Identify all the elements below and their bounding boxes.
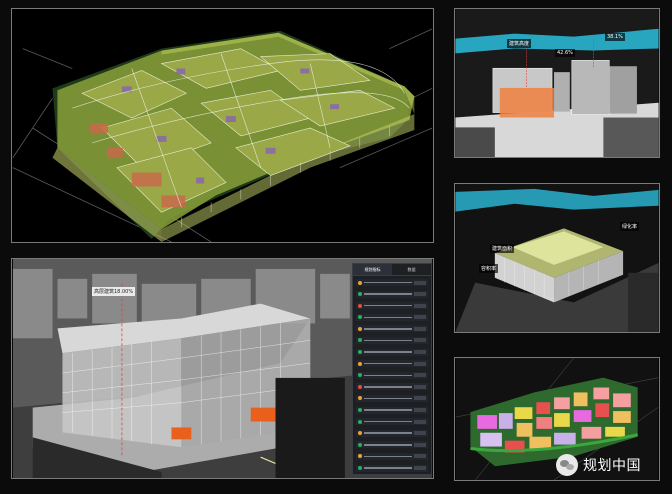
status-dot-icon — [358, 350, 362, 355]
main-building — [32, 303, 311, 473]
row-button[interactable] — [414, 396, 426, 401]
dashboard-row[interactable] — [356, 325, 428, 333]
row-button[interactable] — [414, 373, 426, 378]
watermark: 规划中国 — [556, 454, 641, 476]
row-button[interactable] — [414, 326, 426, 331]
dashboard-row[interactable] — [356, 313, 428, 321]
dashboard-row[interactable] — [356, 371, 428, 379]
dashboard-row[interactable] — [356, 383, 428, 391]
status-dot-icon — [358, 408, 362, 413]
status-dot-icon — [358, 384, 362, 389]
row-text-placeholder — [364, 339, 412, 342]
row-text-placeholder — [364, 444, 412, 446]
label-tag: 绿化率 — [620, 222, 640, 231]
dashboard-row[interactable] — [356, 418, 428, 426]
row-text-placeholder — [364, 351, 412, 353]
row-text-placeholder — [364, 397, 412, 400]
row-button[interactable] — [414, 280, 426, 285]
row-button[interactable] — [414, 454, 426, 459]
row-button[interactable] — [414, 338, 426, 343]
status-dot-icon — [358, 373, 362, 378]
left-building — [492, 67, 570, 118]
building-height-viewer[interactable]: 建筑高度 42.6% 38.1% — [454, 8, 660, 158]
status-dot-icon — [358, 431, 362, 436]
row-button[interactable] — [414, 384, 426, 389]
label-tag: 42.6% — [555, 49, 575, 57]
row-text-placeholder — [364, 467, 412, 469]
status-dot-icon — [358, 466, 362, 470]
status-dot-icon — [358, 454, 362, 459]
watermark-text: 规划中国 — [583, 458, 641, 474]
height-tag: 高层建筑18.00% — [92, 287, 136, 296]
row-button[interactable] — [414, 442, 426, 447]
row-text-placeholder — [364, 432, 412, 434]
dashboard-row[interactable] — [356, 452, 428, 460]
dashboard-row[interactable] — [356, 441, 428, 449]
row-text-placeholder — [364, 420, 412, 423]
row-button[interactable] — [414, 408, 426, 413]
label-tag: 38.1% — [605, 33, 625, 41]
status-dot-icon — [358, 303, 362, 308]
dashboard-row[interactable] — [356, 279, 428, 286]
status-dot-icon — [358, 442, 362, 447]
dashboard-row[interactable] — [356, 464, 428, 472]
row-button[interactable] — [414, 466, 426, 470]
dashboard-row[interactable] — [356, 394, 428, 402]
dashboard-row[interactable] — [356, 302, 428, 310]
masterplan-scene — [12, 28, 433, 242]
row-button[interactable] — [414, 361, 426, 366]
row-button[interactable] — [414, 419, 426, 424]
row-text-placeholder — [364, 293, 412, 295]
dashboard-row[interactable] — [356, 360, 428, 368]
dashboard-row[interactable] — [356, 290, 428, 298]
status-dot-icon — [358, 338, 362, 343]
row-text-placeholder — [364, 304, 412, 307]
status-dot-icon — [358, 361, 362, 366]
row-button[interactable] — [414, 431, 426, 436]
dashboard-row[interactable] — [356, 406, 428, 414]
status-dot-icon — [358, 326, 362, 331]
row-text-placeholder — [364, 386, 412, 388]
floor-area-scene — [455, 184, 659, 332]
planning-dashboard[interactable]: 规划指标 数据 — [352, 263, 432, 475]
row-text-placeholder — [364, 362, 412, 365]
row-button[interactable] — [414, 303, 426, 308]
row-text-placeholder — [364, 281, 412, 284]
floor-area-viewer[interactable]: 建筑面积 容积率 绿化率 — [454, 183, 660, 333]
dashboard-rows — [353, 276, 431, 475]
row-text-placeholder — [364, 409, 412, 411]
row-button[interactable] — [414, 292, 426, 297]
status-dot-icon — [358, 292, 362, 297]
status-dot-icon — [358, 419, 362, 424]
masterplan-3d-viewer[interactable] — [11, 8, 434, 243]
row-text-placeholder — [364, 455, 412, 458]
dashboard-row[interactable] — [356, 336, 428, 344]
row-button[interactable] — [414, 315, 426, 320]
dashboard-row[interactable] — [356, 429, 428, 437]
dashboard-tabs: 规划指标 数据 — [353, 264, 431, 276]
dark-tower — [275, 377, 345, 478]
label-tag: 建筑面积 — [490, 244, 515, 253]
building-detail-viewer[interactable]: 高层建筑18.00% 规划指标 数据 — [11, 258, 434, 479]
status-dot-icon — [358, 280, 362, 285]
row-text-placeholder — [364, 328, 412, 330]
row-text-placeholder — [364, 374, 412, 376]
wechat-icon — [556, 454, 578, 476]
label-tag: 建筑高度 — [507, 39, 532, 48]
label-tag: 容积率 — [479, 264, 499, 273]
status-dot-icon — [358, 315, 362, 320]
building-height-scene — [455, 9, 659, 157]
dashboard-row[interactable] — [356, 348, 428, 356]
row-text-placeholder — [364, 316, 412, 319]
status-dot-icon — [358, 396, 362, 401]
right-building — [571, 60, 637, 115]
tab-data[interactable]: 数据 — [392, 264, 431, 275]
tab-indicators[interactable]: 规划指标 — [353, 264, 392, 275]
row-button[interactable] — [414, 350, 426, 355]
